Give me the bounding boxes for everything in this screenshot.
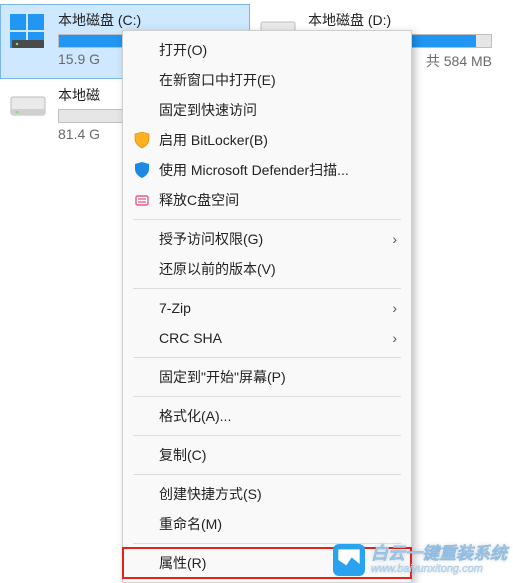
menu-separator [133,474,401,475]
menu-crc-sha[interactable]: CRC SHA › [123,323,411,353]
menu-separator [133,435,401,436]
menu-create-shortcut[interactable]: 创建快捷方式(S) [123,479,411,509]
context-menu: 打开(O) 在新窗口中打开(E) 固定到快速访问 启用 BitLocker(B)… [122,30,412,583]
menu-rename[interactable]: 重命名(M) [123,509,411,539]
menu-free-c-space[interactable]: 释放C盘空间 [123,185,411,215]
drive-name: 本地磁盘 (D:) [308,10,492,30]
menu-open[interactable]: 打开(O) [123,35,411,65]
menu-format[interactable]: 格式化(A)... [123,401,411,431]
drive-name: 本地磁盘 (C:) [58,10,242,30]
menu-previous-versions[interactable]: 还原以前的版本(V) [123,254,411,284]
menu-bitlocker[interactable]: 启用 BitLocker(B) [123,125,411,155]
os-drive-icon [8,10,48,50]
menu-grant-access[interactable]: 授予访问权限(G) › [123,224,411,254]
menu-copy[interactable]: 复制(C) [123,440,411,470]
cleanup-icon [133,191,151,209]
shield-icon [133,131,151,149]
chevron-right-icon: › [392,300,397,316]
menu-pin-start[interactable]: 固定到"开始"屏幕(P) [123,362,411,392]
menu-7zip[interactable]: 7-Zip › [123,293,411,323]
watermark-title: 白云一键重装系统 [371,545,507,564]
menu-pin-quick-access[interactable]: 固定到快速访问 [123,95,411,125]
watermark: 白云一键重装系统 www.baiyunxitong.com [333,544,507,576]
menu-separator [133,288,401,289]
watermark-url: www.baiyunxitong.com [371,563,507,575]
watermark-logo-icon [333,544,365,576]
disk-drive-icon [8,85,48,125]
chevron-right-icon: › [392,231,397,247]
menu-separator [133,357,401,358]
menu-separator [133,396,401,397]
menu-separator [133,219,401,220]
chevron-right-icon: › [392,330,397,346]
menu-open-new-window[interactable]: 在新窗口中打开(E) [123,65,411,95]
menu-defender-scan[interactable]: 使用 Microsoft Defender扫描... [123,155,411,185]
defender-icon [133,161,151,179]
